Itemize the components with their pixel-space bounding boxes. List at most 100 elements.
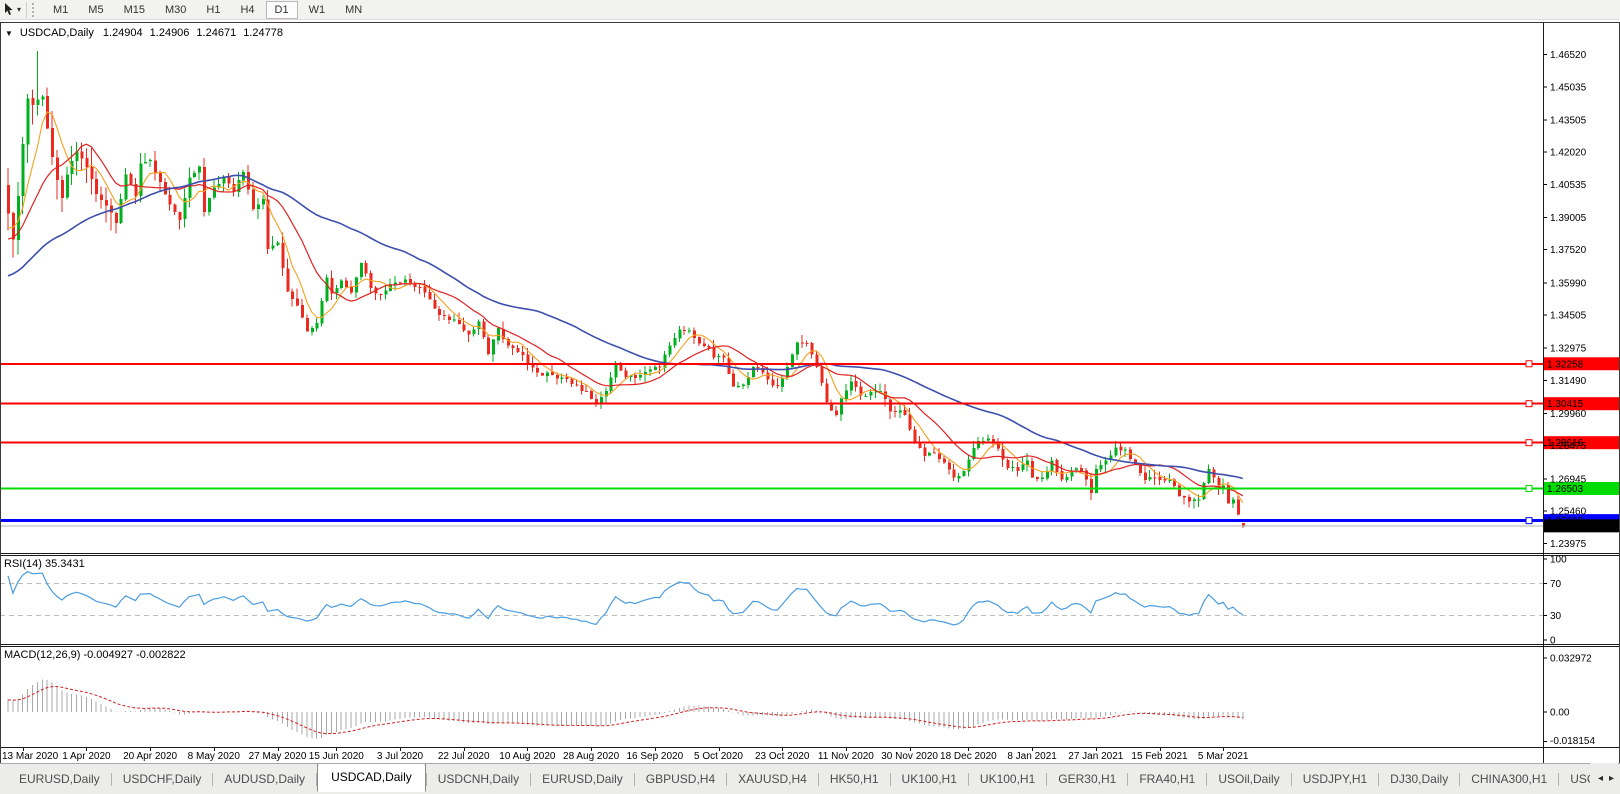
price-badge-label: 1.32258 — [1547, 359, 1584, 370]
chart-tab-usdchf-daily[interactable]: USDCHF,Daily — [112, 767, 213, 791]
horizontal-line-1.25019[interactable]: 1.25019 — [0, 514, 1620, 527]
chart-tab-hk50-h1[interactable]: HK50,H1 — [819, 767, 890, 791]
rsi-tick-label: 0 — [1550, 636, 1556, 645]
macd-histogram — [8, 680, 1243, 740]
price-tick-label: 1.31490 — [1550, 376, 1587, 387]
tab-scroll-right-button[interactable]: ▸ — [1609, 773, 1614, 784]
chart-tab-bar: EURUSD,DailyUSDCHF,DailyAUDUSD,DailyUSDC… — [0, 763, 1620, 794]
rsi-tick-label: 30 — [1550, 611, 1562, 622]
macd-tick-label: -0.018154 — [1550, 736, 1595, 747]
toolbar-drag-handle[interactable] — [32, 3, 37, 17]
pane-separator[interactable] — [0, 555, 1620, 556]
date-label: 11 Nov 2020 — [818, 751, 874, 762]
chart-tab-gbpusd-h4[interactable]: GBPUSD,H4 — [635, 767, 726, 791]
date-axis[interactable]: 13 Mar 20201 Apr 202020 Apr 20208 May 20… — [0, 748, 1543, 763]
macd-pane[interactable]: 0.0329720.00-0.018154 — [0, 647, 1620, 747]
date-label: 27 Jan 2021 — [1068, 751, 1123, 762]
moving-average-6 — [8, 112, 1243, 503]
chart-tab-dj30-daily[interactable]: DJ30,Daily — [1379, 767, 1459, 791]
main-price-pane[interactable]: 1.32258 1.30415 1.28616 1.26503 1.250191.247… — [0, 22, 1620, 553]
collapse-icon[interactable]: ▼ — [5, 29, 13, 38]
pane-separator[interactable] — [0, 644, 1620, 645]
line-anchor-handle[interactable] — [1526, 485, 1532, 491]
chart-tab-eurusd-daily[interactable]: EURUSD,Daily — [531, 767, 634, 791]
date-label: 3 Jul 2020 — [377, 751, 423, 762]
rsi-line — [8, 572, 1243, 625]
date-label: 15 Jun 2020 — [309, 751, 364, 762]
timeframe-toolbar: ▾ M1M5M15M30H1H4D1W1MN — [0, 0, 1620, 20]
timeframe-button-M15[interactable]: M15 — [115, 1, 154, 19]
date-label: 30 Nov 2020 — [881, 751, 938, 762]
price-tick-label: 1.25460 — [1550, 507, 1587, 518]
date-label: 8 May 2020 — [188, 751, 240, 762]
line-anchor-handle[interactable] — [1526, 361, 1532, 367]
timeframe-button-M30[interactable]: M30 — [156, 1, 195, 19]
date-label: 8 Jan 2021 — [1007, 751, 1057, 762]
date-label: 16 Sep 2020 — [626, 751, 683, 762]
date-label: 1 Apr 2020 — [62, 751, 110, 762]
date-label: 27 May 2020 — [249, 751, 307, 762]
pane-separator[interactable] — [0, 553, 1620, 554]
price-tick-label: 1.29960 — [1550, 409, 1587, 420]
chart-tab-ger30-h1[interactable]: GER30,H1 — [1047, 767, 1127, 791]
rsi-pane[interactable]: 100 70 30 0 — [0, 556, 1620, 644]
horizontal-line-1.30415[interactable]: 1.30415 — [0, 397, 1620, 410]
timeframe-button-W1[interactable]: W1 — [300, 1, 335, 19]
price-tick-label: 1.43505 — [1550, 116, 1587, 127]
chart-tab-usoil-daily[interactable]: USOil,Daily — [1207, 767, 1290, 791]
price-tick-label: 1.40535 — [1550, 180, 1587, 191]
horizontal-line-1.26503[interactable]: 1.26503 — [0, 482, 1620, 495]
chart-tab-audusd-daily[interactable]: AUDUSD,Daily — [213, 767, 316, 791]
tab-scroll-buttons: ◂ ▸ — [1590, 763, 1618, 793]
date-label: 5 Oct 2020 — [694, 751, 743, 762]
chart-tab-usdcnh-daily[interactable]: USDCNH,Daily — [427, 767, 530, 791]
timeframe-button-H1[interactable]: H1 — [197, 1, 229, 19]
chart-tab-usdjpy-h1[interactable]: USDJPY,H1 — [1292, 767, 1378, 791]
macd-signal-line — [8, 687, 1243, 734]
line-anchor-handle[interactable] — [1526, 518, 1532, 524]
date-label: 10 Aug 2020 — [499, 751, 555, 762]
date-label: 22 Jul 2020 — [438, 751, 490, 762]
horizontal-line-1.28616[interactable]: 1.28616 — [0, 436, 1620, 449]
price-tick-label: 1.45035 — [1550, 82, 1587, 93]
line-anchor-handle[interactable] — [1526, 401, 1532, 407]
cursor-tool-dropdown-icon[interactable]: ▾ — [17, 5, 21, 14]
bear-candle-bodies — [7, 96, 1245, 526]
date-label: 28 Aug 2020 — [563, 751, 619, 762]
chart-tab-uk100-h1[interactable]: UK100,H1 — [891, 767, 968, 791]
cursor-icon — [4, 3, 15, 16]
price-tick-label: 1.42020 — [1550, 148, 1587, 159]
date-label: 15 Feb 2021 — [1131, 751, 1187, 762]
chart-tab-usdcad-daily[interactable]: USDCAD,Daily — [317, 763, 426, 792]
timeframe-button-MN[interactable]: MN — [336, 1, 371, 19]
timeframe-button-M1[interactable]: M1 — [44, 1, 77, 19]
price-tick-label: 1.32975 — [1550, 344, 1587, 355]
horizontal-line-1.32258[interactable]: 1.32258 — [0, 357, 1620, 370]
bid-price-badge-label: 1.24778 — [1547, 521, 1584, 532]
date-label: 23 Oct 2020 — [755, 751, 809, 762]
trading-terminal: ▾ M1M5M15M30H1H4D1W1MN 1.322581.304151.2… — [0, 0, 1620, 794]
chart-tab-eurusd-daily[interactable]: EURUSD,Daily — [8, 767, 111, 791]
tab-scroll-left-button[interactable]: ◂ — [1598, 773, 1603, 784]
chart-tab-xauusd-h4[interactable]: XAUUSD,H4 — [727, 767, 818, 791]
pane-separator[interactable] — [0, 646, 1620, 647]
quote-open: 1.24904 — [103, 27, 143, 39]
chart-tab-china300-h1[interactable]: CHINA300,H1 — [1460, 767, 1558, 791]
line-anchor-handle[interactable] — [1526, 440, 1532, 446]
rsi-tick-label: 100 — [1550, 556, 1567, 566]
rsi-tick-label: 70 — [1550, 579, 1562, 590]
toolbar-divider — [26, 2, 27, 18]
quote-low: 1.24671 — [196, 27, 236, 39]
timeframe-button-M5[interactable]: M5 — [79, 1, 112, 19]
rsi-indicator-label: RSI(14) 35.3431 — [4, 558, 85, 570]
timeframe-button-H4[interactable]: H4 — [231, 1, 263, 19]
price-tick-label: 1.46520 — [1550, 50, 1587, 61]
cursor-tool-icon[interactable] — [2, 3, 16, 17]
timeframe-button-D1[interactable]: D1 — [266, 1, 298, 19]
chart-tab-uk100-h1[interactable]: UK100,H1 — [969, 767, 1046, 791]
macd-tick-label: 0.00 — [1550, 708, 1570, 719]
chart-tab-fra40-h1[interactable]: FRA40,H1 — [1128, 767, 1206, 791]
date-label: 5 Mar 2021 — [1198, 751, 1249, 762]
price-tick-label: 1.34505 — [1550, 311, 1587, 322]
moving-average-45 — [8, 175, 1243, 478]
